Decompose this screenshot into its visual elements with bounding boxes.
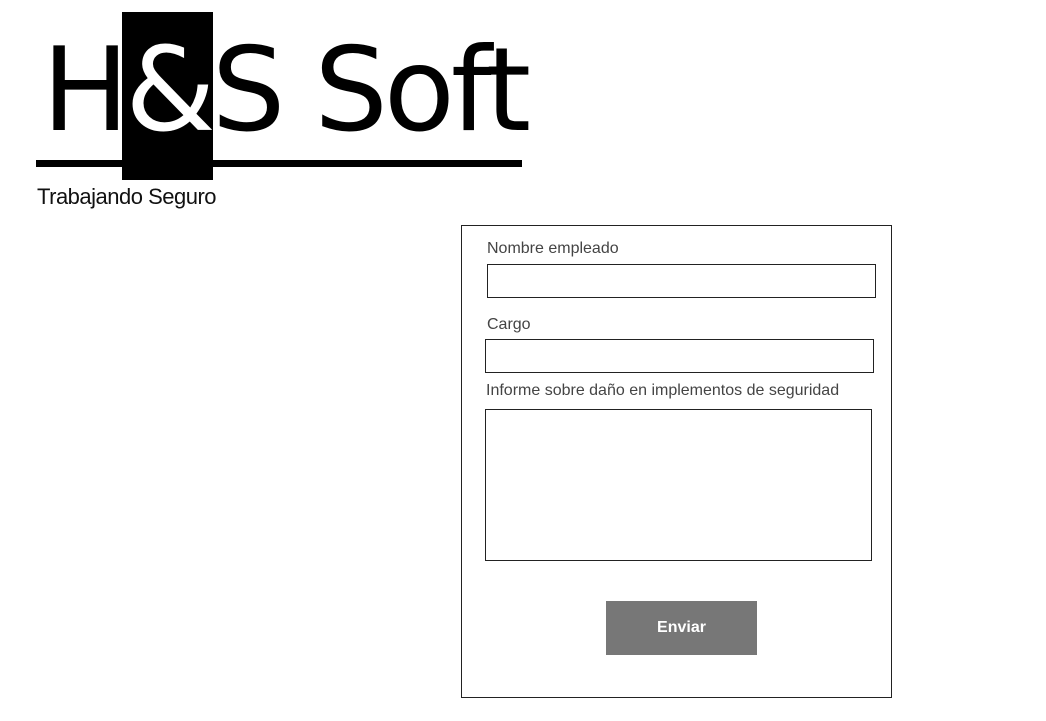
tagline: Trabajando Seguro [37, 184, 217, 209]
enviar-button[interactable]: Enviar [606, 601, 757, 655]
nombre-empleado-input[interactable] [487, 264, 876, 298]
informe-label: Informe sobre daño en implementos de seg… [486, 382, 840, 399]
logo-text: H&S Soft [42, 23, 531, 158]
cargo-label: Cargo [487, 316, 531, 333]
damage-report-form: Nombre empleado Cargo Informe sobre daño… [461, 225, 892, 698]
hs-soft-logo: H&S Soft [36, 12, 531, 182]
logo-ampersand: & [125, 23, 215, 158]
nombre-empleado-label: Nombre empleado [487, 240, 619, 257]
logo-letters-s-soft: S Soft [211, 23, 531, 158]
logo-letter-h: H [42, 23, 129, 158]
informe-textarea[interactable] [485, 409, 872, 561]
logo-underline [36, 160, 522, 167]
cargo-input[interactable] [485, 339, 874, 373]
